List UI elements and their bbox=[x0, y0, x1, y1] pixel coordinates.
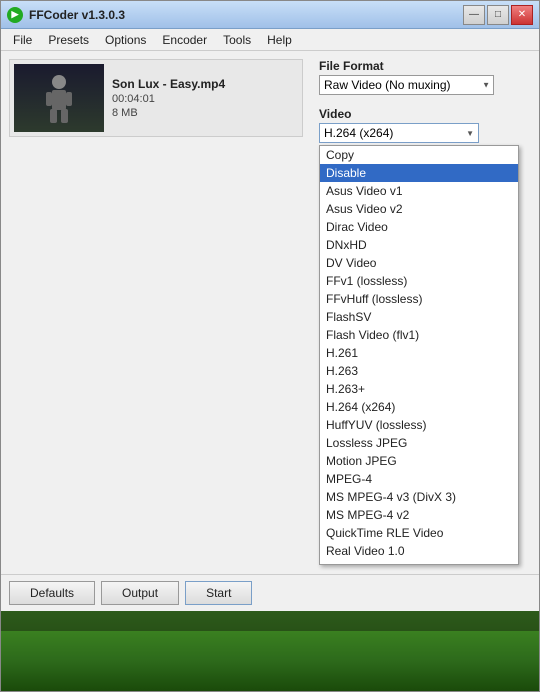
menu-file[interactable]: File bbox=[5, 31, 40, 49]
video-codec-option[interactable]: Disable bbox=[320, 164, 518, 182]
menu-encoder[interactable]: Encoder bbox=[154, 31, 215, 49]
window-title: FFCoder v1.3.0.3 bbox=[29, 8, 125, 22]
video-codec-trigger[interactable]: H.264 (x264) ▼ bbox=[319, 123, 479, 143]
right-panel: File Format Raw Video (No muxing) Video … bbox=[311, 51, 539, 574]
restore-button[interactable]: □ bbox=[487, 5, 509, 25]
video-codec-option[interactable]: H.263+ bbox=[320, 380, 518, 398]
video-codec-option[interactable]: H.264 (x264) bbox=[320, 398, 518, 416]
video-codec-selected: H.264 (x264) bbox=[324, 126, 393, 140]
video-codec-option[interactable]: H.263 bbox=[320, 362, 518, 380]
close-button[interactable]: ✕ bbox=[511, 5, 533, 25]
video-codec-option[interactable]: Dirac Video bbox=[320, 218, 518, 236]
app-icon: ▶ bbox=[7, 7, 23, 23]
file-format-section: File Format Raw Video (No muxing) bbox=[319, 59, 531, 95]
video-codec-dropdown-container: H.264 (x264) ▼ CopyDisableAsus Video v1A… bbox=[319, 123, 531, 143]
video-codec-option[interactable]: MS MPEG-4 v3 (DivX 3) bbox=[320, 488, 518, 506]
menu-tools[interactable]: Tools bbox=[215, 31, 259, 49]
video-codec-option[interactable]: Lossless JPEG bbox=[320, 434, 518, 452]
main-window: ▶ FFCoder v1.3.0.3 — □ ✕ File Presets Op… bbox=[0, 0, 540, 692]
dropdown-arrow-icon: ▼ bbox=[466, 129, 474, 138]
titlebar-left: ▶ FFCoder v1.3.0.3 bbox=[7, 7, 125, 23]
video-codec-option[interactable]: Copy bbox=[320, 146, 518, 164]
titlebar: ▶ FFCoder v1.3.0.3 — □ ✕ bbox=[1, 1, 539, 29]
thumbnail-figure bbox=[34, 72, 84, 127]
video-codec-option[interactable]: Asus Video v2 bbox=[320, 200, 518, 218]
file-format-label: File Format bbox=[319, 59, 531, 73]
main-content: Son Lux - Easy.mp4 00:04:01 8 MB File Fo… bbox=[1, 51, 539, 574]
video-section: Video H.264 (x264) ▼ CopyDisableAsus Vid… bbox=[319, 107, 531, 143]
video-codec-option[interactable]: FFv1 (lossless) bbox=[320, 272, 518, 290]
thumbnail bbox=[14, 64, 104, 132]
left-panel: Son Lux - Easy.mp4 00:04:01 8 MB bbox=[1, 51, 311, 574]
video-label: Video bbox=[319, 107, 531, 121]
video-codec-option[interactable]: DNxHD bbox=[320, 236, 518, 254]
file-duration: 00:04:01 bbox=[112, 93, 225, 105]
video-codec-option[interactable]: MPEG-4 bbox=[320, 470, 518, 488]
file-name: Son Lux - Easy.mp4 bbox=[112, 77, 225, 91]
bottom-bar: Defaults Output Start bbox=[1, 574, 539, 611]
video-codec-option[interactable]: FFvHuff (lossless) bbox=[320, 290, 518, 308]
video-codec-option[interactable]: Motion JPEG bbox=[320, 452, 518, 470]
menu-options[interactable]: Options bbox=[97, 31, 154, 49]
video-codec-option[interactable]: QuickTime RLE Video bbox=[320, 524, 518, 542]
file-preview: Son Lux - Easy.mp4 00:04:01 8 MB bbox=[9, 59, 303, 137]
video-codec-option[interactable]: Asus Video v1 bbox=[320, 182, 518, 200]
file-size: 8 MB bbox=[112, 107, 225, 119]
defaults-button[interactable]: Defaults bbox=[9, 581, 95, 605]
menu-help[interactable]: Help bbox=[259, 31, 300, 49]
video-codec-option[interactable]: H.261 bbox=[320, 344, 518, 362]
video-codec-option[interactable]: FlashSV bbox=[320, 308, 518, 326]
video-codec-list: CopyDisableAsus Video v1Asus Video v2Dir… bbox=[319, 145, 519, 565]
menu-presets[interactable]: Presets bbox=[40, 31, 97, 49]
video-codec-option[interactable]: DV Video bbox=[320, 254, 518, 272]
output-button[interactable]: Output bbox=[101, 581, 179, 605]
video-codec-option[interactable]: HuffYUV (lossless) bbox=[320, 416, 518, 434]
grass-decoration bbox=[1, 631, 539, 691]
video-codec-option[interactable]: Flash Video (flv1) bbox=[320, 326, 518, 344]
video-codec-option[interactable]: MS MPEG-4 v2 bbox=[320, 506, 518, 524]
minimize-button[interactable]: — bbox=[463, 5, 485, 25]
file-info: Son Lux - Easy.mp4 00:04:01 8 MB bbox=[112, 77, 225, 119]
menubar: File Presets Options Encoder Tools Help bbox=[1, 29, 539, 51]
file-format-select-wrapper: Raw Video (No muxing) bbox=[319, 75, 494, 95]
titlebar-buttons: — □ ✕ bbox=[463, 5, 533, 25]
video-codec-option[interactable]: Real Video 1.0 bbox=[320, 542, 518, 560]
background-image bbox=[1, 611, 539, 691]
file-format-select[interactable]: Raw Video (No muxing) bbox=[319, 75, 494, 95]
video-codec-option[interactable]: Real Video 2.0 bbox=[320, 560, 518, 565]
start-button[interactable]: Start bbox=[185, 581, 252, 605]
